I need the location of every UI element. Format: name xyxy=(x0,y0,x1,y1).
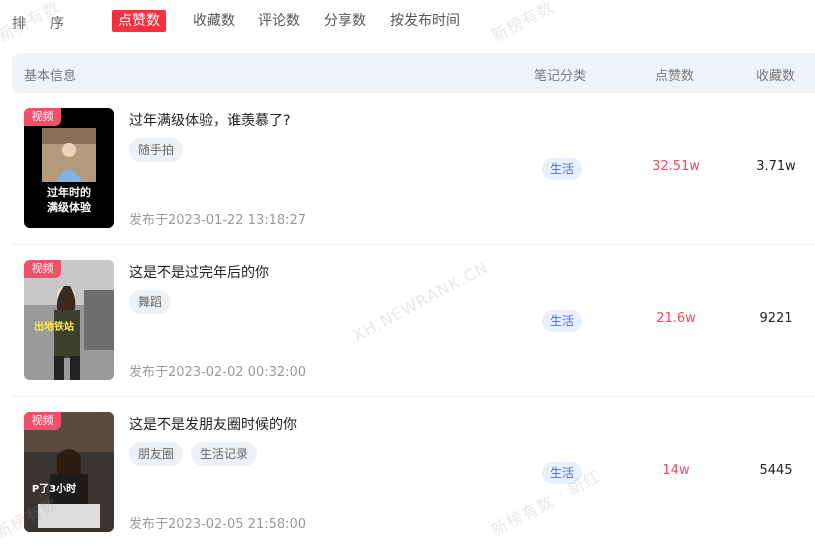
tag[interactable]: 随手拍 xyxy=(129,138,184,162)
publish-time: 发布于2023-02-05 21:58:00 xyxy=(129,517,307,532)
thumbnail-image-icon: 过年时的 满级体验 xyxy=(42,128,96,214)
sort-label-2: 序 xyxy=(50,16,64,32)
header-basic-info: 基本信息 xyxy=(24,69,77,84)
tag[interactable]: 朋友圈 xyxy=(129,442,184,466)
sort-option-publish-time[interactable]: 按发布时间 xyxy=(390,10,460,32)
category-badge: 生活 xyxy=(542,462,583,484)
tag[interactable]: 舞蹈 xyxy=(129,290,172,314)
likes-count: 32.51w xyxy=(652,159,700,174)
tag[interactable]: 生活记录 xyxy=(191,442,258,466)
likes-count: 21.6w xyxy=(656,311,696,326)
thumbnail-image-icon: P了3小时 xyxy=(24,412,114,532)
video-badge: 视频 xyxy=(24,108,61,126)
category-badge: 生活 xyxy=(542,158,583,180)
svg-text:满级体验: 满级体验 xyxy=(47,200,92,214)
video-badge: 视频 xyxy=(24,260,61,278)
favorites-count: 9221 xyxy=(759,311,793,326)
note-title[interactable]: 这是不是发朋友圈时候的你 xyxy=(129,414,297,434)
category-badge: 生活 xyxy=(542,310,583,332)
favorites-count: 3.71w xyxy=(756,159,796,174)
table-row[interactable]: 出地铁站 视频 这是不是过完年后的你 舞蹈 发布于2023-02-02 00:3… xyxy=(12,245,815,397)
favorites-count: 5445 xyxy=(759,463,793,478)
video-thumbnail[interactable]: 过年时的 满级体验 视频 xyxy=(24,108,114,228)
tag-list: 随手拍 xyxy=(129,138,184,162)
note-title[interactable]: 过年满级体验，谁羡慕了? xyxy=(129,110,290,130)
sort-option-likes[interactable]: 点赞数 xyxy=(112,10,166,32)
sort-option-favorites[interactable]: 收藏数 xyxy=(193,10,235,32)
sort-bar: 排 序 点赞数 收藏数 评论数 分享数 按发布时间 xyxy=(0,0,815,44)
video-badge: 视频 xyxy=(24,412,61,430)
video-thumbnail[interactable]: 出地铁站 视频 xyxy=(24,260,114,380)
header-favorites[interactable]: 收藏数 xyxy=(756,65,795,84)
thumbnail-image-icon: 出地铁站 xyxy=(24,260,114,380)
publish-time: 发布于2023-01-22 13:18:27 xyxy=(129,213,307,228)
table-row[interactable]: P了3小时 视频 这是不是发朋友圈时候的你 朋友圈 生活记录 发布于2023-0… xyxy=(12,397,815,548)
publish-time: 发布于2023-02-02 00:32:00 xyxy=(129,365,307,380)
sort-option-comments[interactable]: 评论数 xyxy=(258,10,300,32)
likes-count: 14w xyxy=(662,463,690,478)
table-header: 基本信息 笔记分类 点赞数 收藏数 xyxy=(12,53,815,93)
table-row[interactable]: 过年时的 满级体验 视频 过年满级体验，谁羡慕了? 随手拍 发布于2023-01… xyxy=(12,93,815,245)
svg-text:出地铁站: 出地铁站 xyxy=(34,320,74,333)
tag-list: 舞蹈 xyxy=(129,290,172,314)
svg-text:过年时的: 过年时的 xyxy=(47,185,91,199)
sort-label-1: 排 xyxy=(12,16,26,32)
sort-option-shares[interactable]: 分享数 xyxy=(324,10,366,32)
header-category: 笔记分类 xyxy=(534,69,587,84)
svg-text:P了3小时: P了3小时 xyxy=(32,482,76,495)
tag-list: 朋友圈 生活记录 xyxy=(129,442,258,466)
note-title[interactable]: 这是不是过完年后的你 xyxy=(129,262,269,282)
header-likes[interactable]: 点赞数 xyxy=(655,65,694,84)
video-thumbnail[interactable]: P了3小时 视频 xyxy=(24,412,114,532)
